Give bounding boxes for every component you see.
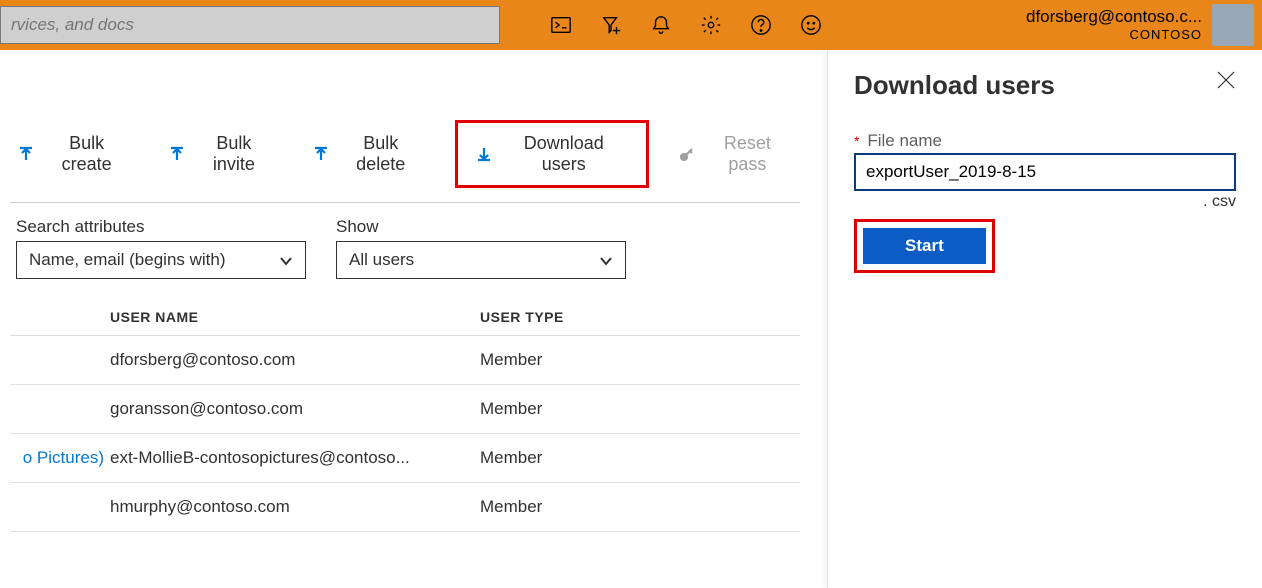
top-bar: dforsberg@contoso.c... CONTOSO	[0, 0, 1262, 50]
chevron-down-icon	[599, 253, 613, 267]
bulk-invite-button[interactable]: Bulk invite	[161, 127, 282, 181]
cell-usertype: Member	[480, 399, 680, 419]
file-name-label: File name	[867, 131, 942, 150]
close-icon[interactable]	[1216, 70, 1236, 90]
cell-usertype: Member	[480, 448, 680, 468]
cell-username: goransson@contoso.com	[110, 399, 480, 419]
upload-arrow-icon	[169, 146, 185, 162]
upload-arrow-icon	[313, 146, 329, 162]
key-icon	[679, 146, 695, 162]
directory-filter-icon[interactable]	[600, 14, 622, 36]
users-table: USER NAME USER TYPE dforsberg@contoso.co…	[10, 299, 800, 532]
bulk-delete-label: Bulk delete	[337, 133, 425, 175]
users-toolbar: Bulk create Bulk invite Bulk delete Down…	[10, 100, 800, 203]
account-tenant: CONTOSO	[1026, 27, 1202, 43]
help-icon[interactable]	[750, 14, 772, 36]
start-button[interactable]: Start	[863, 228, 986, 264]
filter-row: Search attributes Name, email (begins wi…	[16, 217, 800, 279]
start-button-highlight: Start	[854, 219, 995, 273]
file-name-input[interactable]	[854, 153, 1236, 191]
account-info: dforsberg@contoso.c... CONTOSO	[1026, 7, 1202, 43]
chevron-down-icon	[279, 253, 293, 267]
panel-header: Download users	[854, 70, 1236, 101]
account-area[interactable]: dforsberg@contoso.c... CONTOSO	[1026, 0, 1262, 50]
table-row[interactable]: hmurphy@contoso.com Member	[10, 483, 800, 532]
avatar[interactable]	[1212, 4, 1254, 46]
search-attributes-select[interactable]: Name, email (begins with)	[16, 241, 306, 279]
download-users-label: Download users	[500, 133, 628, 175]
account-email: dforsberg@contoso.c...	[1026, 7, 1202, 27]
feedback-smile-icon[interactable]	[800, 14, 822, 36]
cell-username: ext-MollieB-contosopictures@contoso...	[110, 448, 480, 468]
table-row[interactable]: o Pictures) ext-MollieB-contosopictures@…	[10, 434, 800, 483]
file-name-label-row: * File name	[854, 131, 1236, 151]
start-button-label: Start	[905, 236, 944, 255]
bulk-create-button[interactable]: Bulk create	[10, 127, 139, 181]
cell-username: dforsberg@contoso.com	[110, 350, 480, 370]
notifications-icon[interactable]	[650, 14, 672, 36]
bulk-delete-button[interactable]: Bulk delete	[305, 127, 433, 181]
search-attributes-value: Name, email (begins with)	[29, 250, 226, 270]
file-extension-label: . csv	[854, 193, 1236, 211]
show-label: Show	[336, 217, 626, 237]
table-header: USER NAME USER TYPE	[10, 299, 800, 336]
show-value: All users	[349, 250, 414, 270]
file-name-field: * File name . csv	[854, 131, 1236, 211]
col-header-username: USER NAME	[110, 309, 480, 325]
search-attributes-filter: Search attributes Name, email (begins wi…	[16, 217, 306, 279]
cell-username: hmurphy@contoso.com	[110, 497, 480, 517]
download-users-panel: Download users * File name . csv Start	[827, 50, 1262, 588]
bulk-create-label: Bulk create	[42, 133, 131, 175]
show-select[interactable]: All users	[336, 241, 626, 279]
main-content: Bulk create Bulk invite Bulk delete Down…	[0, 50, 810, 532]
col-header-usertype: USER TYPE	[480, 309, 680, 325]
search-attributes-label: Search attributes	[16, 217, 306, 237]
download-users-button[interactable]: Download users	[468, 127, 636, 181]
cell-usertype: Member	[480, 497, 680, 517]
global-search-input[interactable]	[0, 6, 500, 44]
show-filter: Show All users	[336, 217, 626, 279]
panel-title: Download users	[854, 70, 1055, 101]
cloud-shell-icon[interactable]	[550, 14, 572, 36]
download-users-highlight: Download users	[455, 120, 649, 188]
download-arrow-icon	[476, 146, 492, 162]
settings-gear-icon[interactable]	[700, 14, 722, 36]
table-row[interactable]: dforsberg@contoso.com Member	[10, 336, 800, 385]
bulk-invite-label: Bulk invite	[193, 133, 274, 175]
reset-password-label: Reset pass	[703, 133, 792, 175]
upload-arrow-icon	[18, 146, 34, 162]
cell-usertype: Member	[480, 350, 680, 370]
required-star: *	[854, 133, 859, 149]
row-prefix: o Pictures)	[10, 448, 110, 468]
reset-password-button: Reset pass	[671, 127, 800, 181]
topbar-icon-group	[550, 14, 822, 36]
table-row[interactable]: goransson@contoso.com Member	[10, 385, 800, 434]
